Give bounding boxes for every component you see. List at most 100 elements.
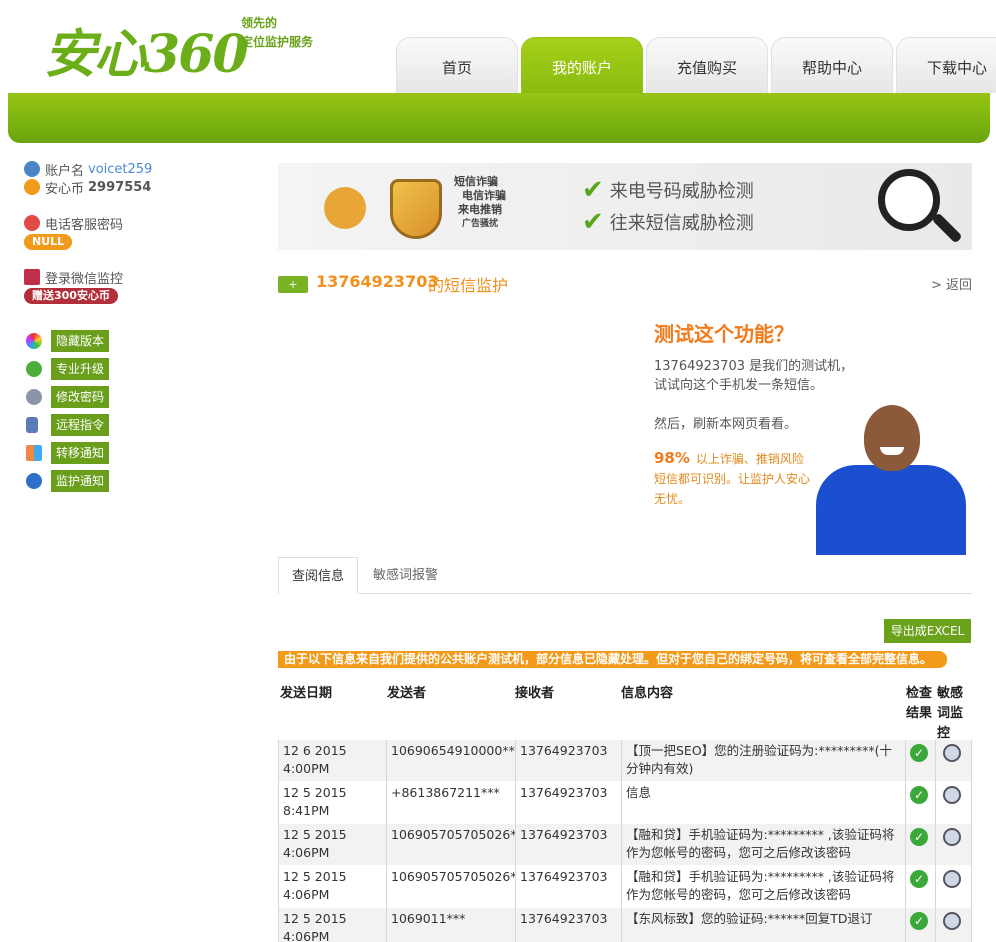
cell-date: 12 5 2015 4:06PM xyxy=(278,824,386,866)
nav-download[interactable]: 下载中心 xyxy=(896,37,996,93)
phone-password-label: 电话客服密码 xyxy=(45,217,124,233)
menu-transfer-notice-button[interactable]: 转移通知 xyxy=(51,442,110,464)
logo-text: 安心360 xyxy=(44,24,249,85)
title-suffix: 的短信监护 xyxy=(428,276,509,295)
tab-view-messages[interactable]: 查阅信息 xyxy=(278,557,359,594)
account-row: 账户名 voicet259 xyxy=(24,160,254,179)
menu-transfer-notice[interactable]: 转移通知 xyxy=(24,442,254,464)
cell-sensitive xyxy=(935,908,972,942)
header-receiver: 接收者 xyxy=(515,686,555,701)
monitor-icon[interactable] xyxy=(943,786,961,804)
menu-remote-command[interactable]: 远程指令 xyxy=(24,414,254,436)
person-photo xyxy=(806,403,972,555)
slogan-line2: 定位监护服务 xyxy=(241,35,314,49)
menu-change-password-button[interactable]: 修改密码 xyxy=(51,386,110,408)
nav-band xyxy=(8,93,990,143)
cell-date: 12 5 2015 4:06PM xyxy=(278,866,386,908)
menu-hide-version-button[interactable]: 隐藏版本 xyxy=(51,330,110,352)
nav-home[interactable]: 首页 xyxy=(396,37,518,93)
banner-tag: 电信诈骗 xyxy=(462,189,506,202)
header-date: 发送日期 xyxy=(280,686,333,701)
wechat-bonus-badge[interactable]: 赠送300安心币 xyxy=(24,288,118,304)
cell-date: 12 5 2015 4:06PM xyxy=(278,908,386,942)
tab-sensitive-alerts[interactable]: 敏感词报警 xyxy=(360,557,451,594)
account-label: 账户名 xyxy=(45,163,85,179)
header-sensitive: 敏感词监控 xyxy=(937,686,964,741)
table-row: 12 5 2015 4:06PM 106905705705026*** 1376… xyxy=(278,824,972,866)
user-icon xyxy=(24,161,40,177)
phone-icon xyxy=(26,417,38,433)
logo[interactable]: 安心360 xyxy=(44,12,249,85)
gear-icon xyxy=(26,389,42,405)
cell-message: 【融和贷】手机验证码为:********* ,该验证码将作为您帐号的密码，您可之… xyxy=(621,866,905,908)
check-icon: ✔ xyxy=(582,207,604,237)
cell-message: 【东风标致】您的验证码:******回复TD退订 xyxy=(621,908,905,942)
cell-receiver: 13764923703 xyxy=(515,782,621,824)
banner-tag: 来电推销 xyxy=(458,203,502,216)
monitor-icon[interactable] xyxy=(943,912,961,930)
menu-remote-command-button[interactable]: 远程指令 xyxy=(51,414,110,436)
promo-banner: 短信诈骗 电信诈骗 来电推销 广告骚扰 ✔ 来电号码威胁检测 ✔ 往来短信威胁检… xyxy=(278,163,972,250)
menu-pro-upgrade-button[interactable]: 专业升级 xyxy=(51,358,110,380)
user-add-icon: + xyxy=(278,276,308,293)
table-row: 12 5 2015 4:06PM 1069011*** 13764923703 … xyxy=(278,908,972,942)
table-row: 12 6 2015 4:00PM 10690654910000*** 13764… xyxy=(278,740,972,782)
try-line1: 13764923703 是我们的测试机， xyxy=(654,359,854,374)
banner-tag: 短信诈骗 xyxy=(454,175,498,188)
back-link[interactable]: > 返回 xyxy=(931,274,972,293)
banner-check-1-text: 来电号码威胁检测 xyxy=(609,181,754,202)
menu-pro-upgrade[interactable]: 专业升级 xyxy=(24,358,254,380)
phone-password-badge: NULL xyxy=(24,234,73,250)
banner-check-1: ✔ 来电号码威胁检测 xyxy=(582,175,754,205)
check-circle-icon: ✓ xyxy=(910,912,928,930)
nav-help[interactable]: 帮助中心 xyxy=(771,37,893,93)
try-title: 测试这个功能？ xyxy=(654,322,794,346)
cell-sensitive xyxy=(935,824,972,866)
menu-hide-version[interactable]: 隐藏版本 xyxy=(24,330,254,352)
header-sender: 发送者 xyxy=(387,686,427,701)
cell-receiver: 13764923703 xyxy=(515,740,621,782)
message-table: 12 6 2015 4:00PM 10690654910000*** 13764… xyxy=(278,740,972,942)
cell-sensitive xyxy=(935,782,972,824)
menu-guard-notice-button[interactable]: 监护通知 xyxy=(51,470,110,492)
person-body xyxy=(816,465,966,555)
lifebuoy-icon xyxy=(24,215,40,231)
phone-password-block: 电话客服密码 NULL xyxy=(24,214,254,250)
globe-icon xyxy=(26,473,42,489)
wechat-label[interactable]: 登录微信监控 xyxy=(45,268,123,287)
cell-result: ✓ xyxy=(905,866,935,908)
coin-label: 安心币 xyxy=(45,181,85,197)
page-title: + 13764923703 的短信监护 > 返回 xyxy=(278,272,972,295)
title-number: 13764923703 xyxy=(316,272,439,291)
menu-guard-notice[interactable]: 监护通知 xyxy=(24,470,254,492)
monkey-icon xyxy=(324,187,366,229)
cell-message: 【融和贷】手机验证码为:********* ,该验证码将作为您帐号的密码，您可之… xyxy=(621,824,905,866)
cell-result: ✓ xyxy=(905,740,935,782)
export-excel-button[interactable]: 导出成EXCEL xyxy=(884,619,971,643)
cell-receiver: 13764923703 xyxy=(515,908,621,942)
cell-sender: 10690654910000*** xyxy=(386,740,515,782)
magnifier-icon xyxy=(878,169,940,231)
notice-bar: 由于以下信息来自我们提供的公共账户测试机，部分信息已隐藏处理。但对于您自己的绑定… xyxy=(278,651,947,668)
menu-change-password[interactable]: 修改密码 xyxy=(24,386,254,408)
banner-check-2: ✔ 往来短信威胁检测 xyxy=(582,207,754,237)
cell-sender: 1069011*** xyxy=(386,908,515,942)
header-message: 信息内容 xyxy=(621,686,674,701)
cell-message: 信息 xyxy=(621,782,905,824)
account-name-link[interactable]: voicet259 xyxy=(88,162,152,177)
slogan-line1: 领先的 xyxy=(241,16,278,30)
try-percent-line: 98% 以上诈骗、推销风险短信都可识别。让监护人安心无忧。 xyxy=(654,448,810,509)
monitor-icon[interactable] xyxy=(943,828,961,846)
shield-icon xyxy=(24,179,40,195)
banner-tag: 广告骚扰 xyxy=(462,219,499,229)
check-circle-icon: ✓ xyxy=(910,786,928,804)
banner-check-2-text: 往来短信威胁检测 xyxy=(609,213,754,234)
nav-my-account[interactable]: 我的账户 xyxy=(521,37,643,93)
monitor-icon[interactable] xyxy=(943,744,961,762)
slogan: 领先的 定位监护服务 xyxy=(241,14,313,52)
nav-recharge[interactable]: 充值购买 xyxy=(646,37,768,93)
check-circle-icon: ✓ xyxy=(910,744,928,762)
monitor-icon[interactable] xyxy=(943,870,961,888)
qr-code-icon xyxy=(24,269,40,285)
coin-value: 2997554 xyxy=(88,179,152,195)
